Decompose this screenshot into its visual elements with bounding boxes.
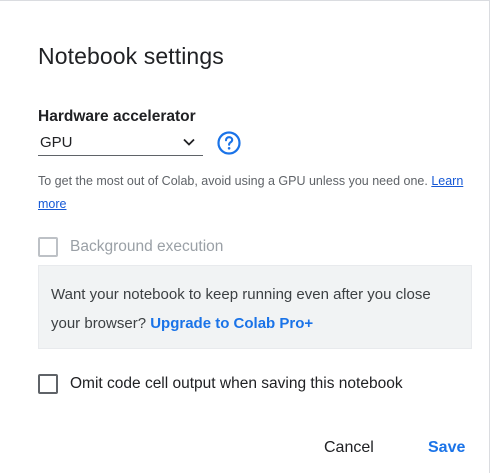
hardware-accelerator-select[interactable]: GPU	[38, 130, 203, 156]
omit-output-checkbox[interactable]	[38, 374, 58, 394]
omit-output-label: Omit code cell output when saving this n…	[70, 375, 403, 392]
background-execution-label: Background execution	[70, 238, 224, 255]
save-button[interactable]: Save	[428, 439, 465, 457]
hardware-accelerator-value: GPU	[40, 134, 73, 151]
dialog-title: Notebook settings	[38, 43, 224, 69]
notebook-settings-dialog: Notebook settings Hardware accelerator G…	[0, 0, 490, 473]
hardware-accelerator-label: Hardware accelerator	[38, 108, 196, 125]
cancel-button[interactable]: Cancel	[324, 439, 374, 457]
help-circle-icon[interactable]	[217, 131, 241, 155]
upsell-text-block: Want your notebook to keep running even …	[51, 280, 461, 338]
gpu-usage-hint: To get the most out of Colab, avoid usin…	[38, 170, 468, 216]
chevron-down-icon	[183, 138, 195, 146]
upgrade-colab-pro-link[interactable]: Upgrade to Colab Pro+	[150, 315, 313, 332]
upsell-banner: Want your notebook to keep running even …	[38, 265, 472, 349]
gpu-usage-hint-text: To get the most out of Colab, avoid usin…	[38, 174, 428, 188]
background-execution-checkbox[interactable]	[38, 237, 58, 257]
